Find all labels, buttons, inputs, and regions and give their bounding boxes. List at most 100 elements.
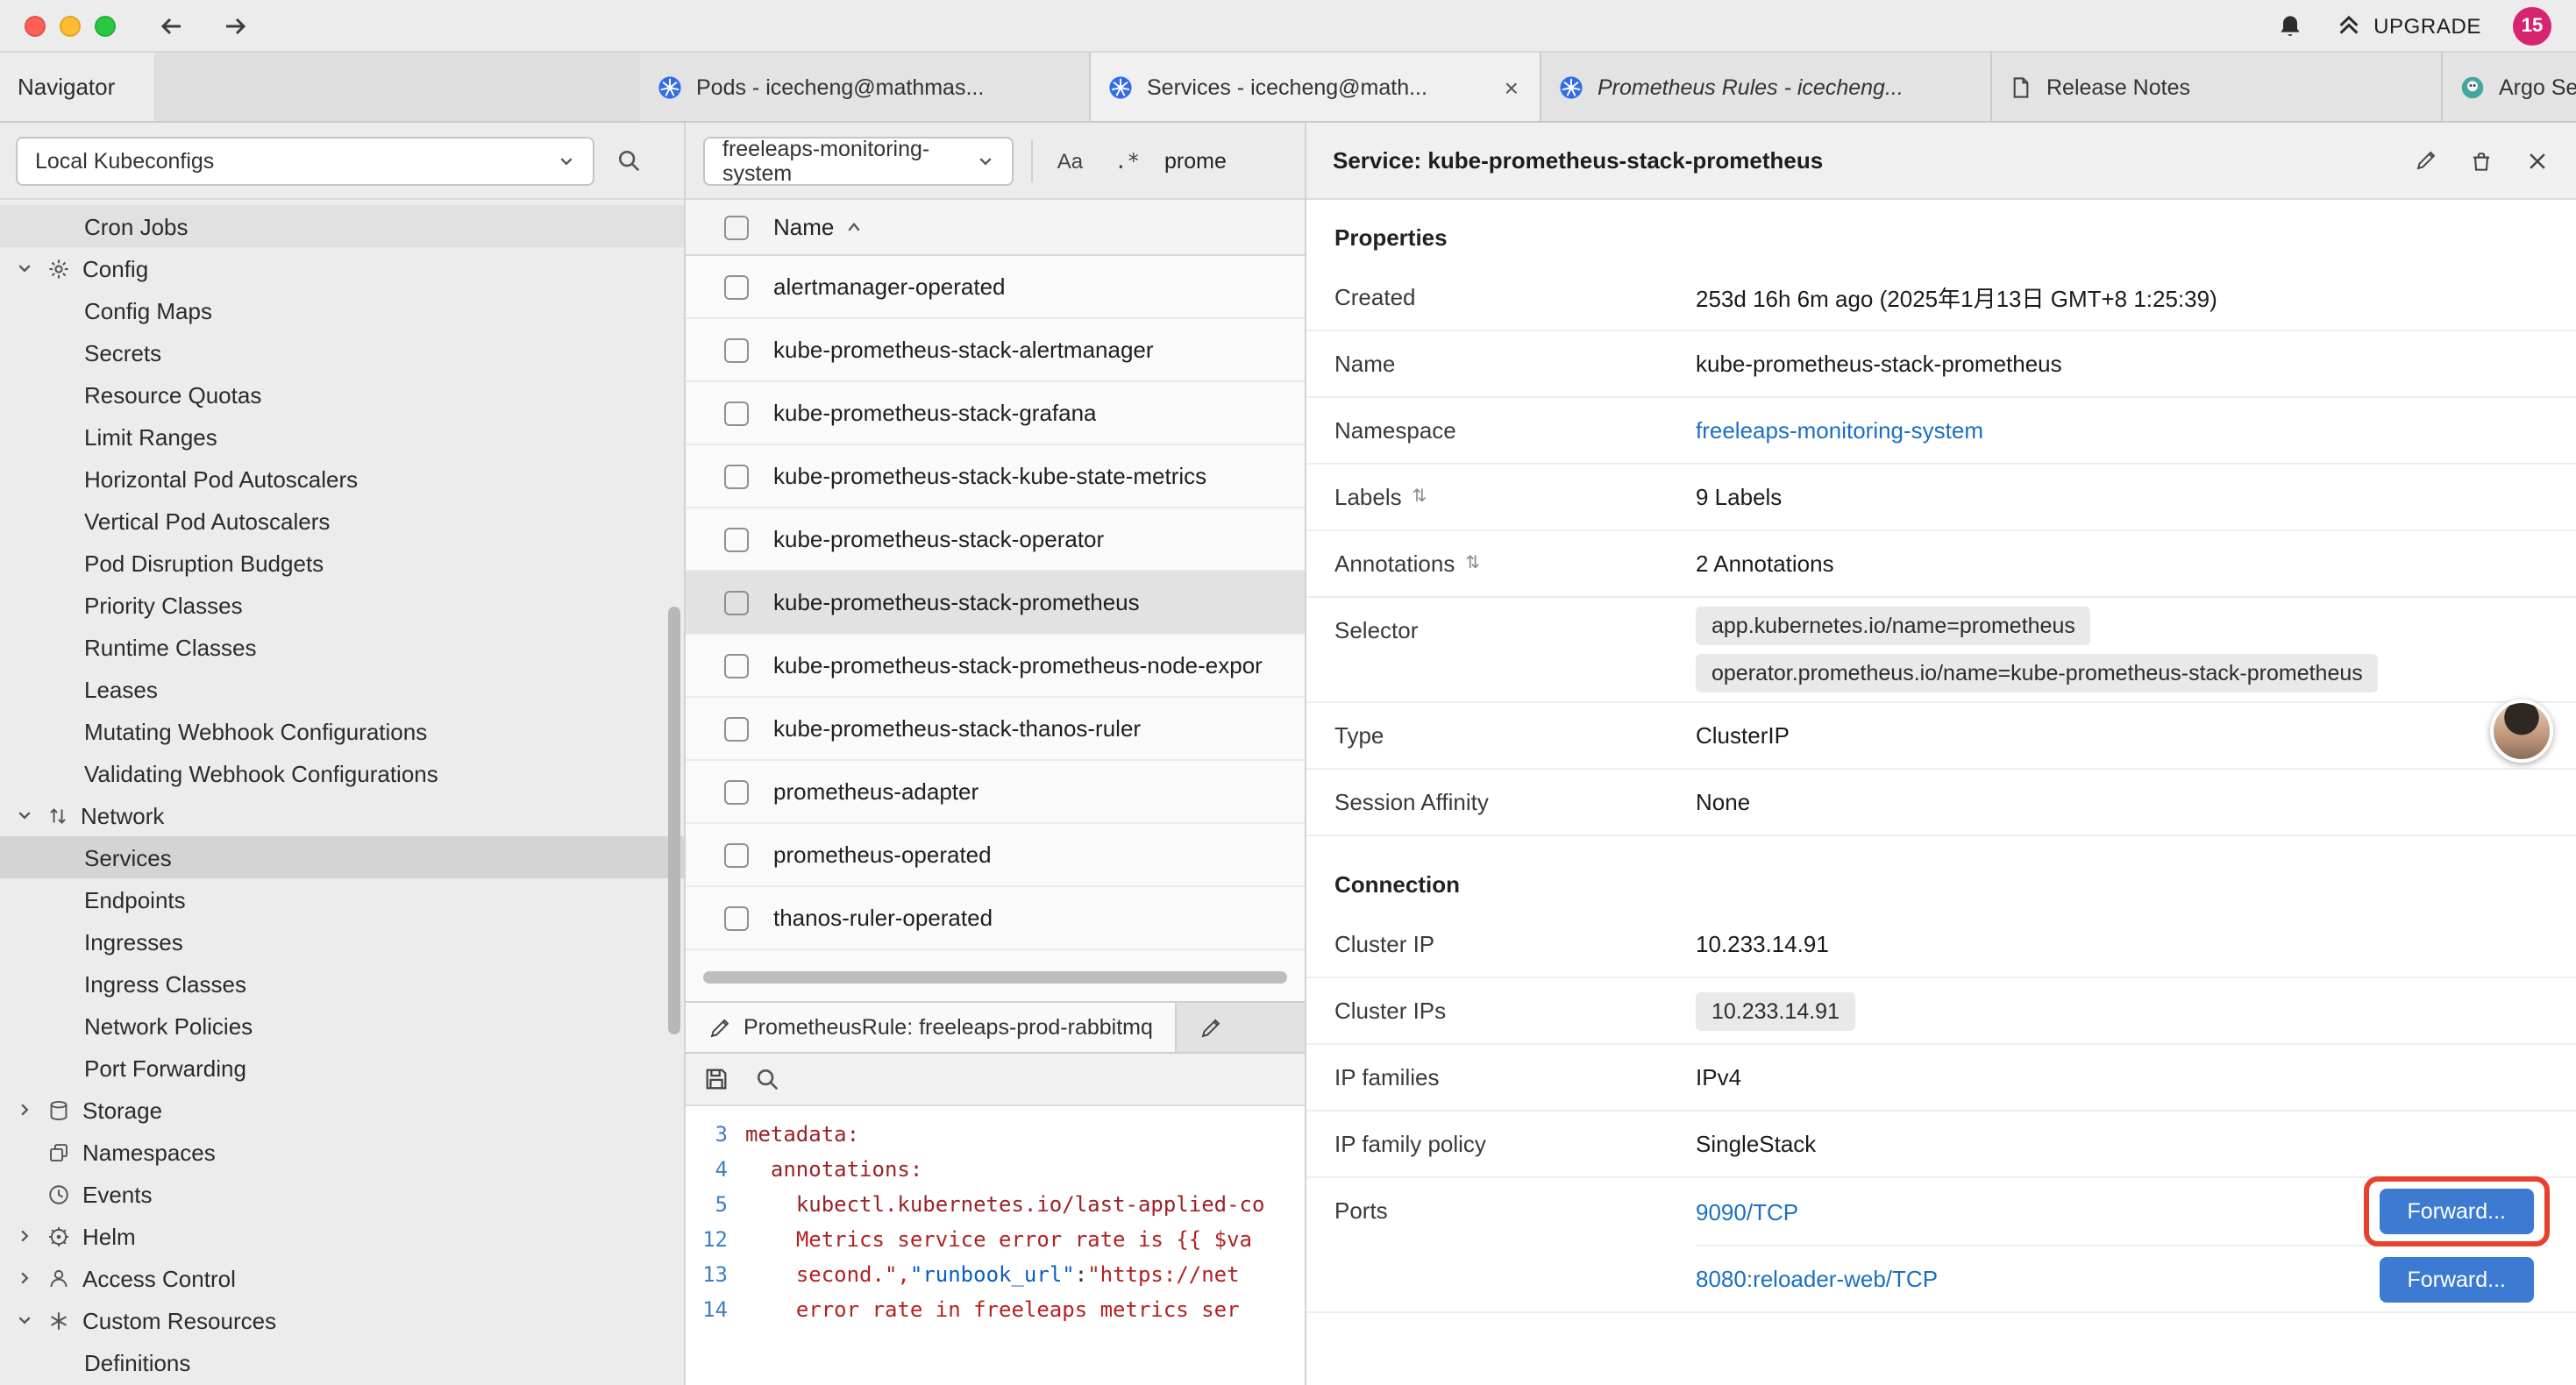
- sidebar-item-network-policies[interactable]: Network Policies: [0, 1005, 684, 1047]
- sidebar-item-config-maps[interactable]: Config Maps: [0, 289, 684, 331]
- table-row-kube-prometheus-stack-grafana[interactable]: kube-prometheus-stack-grafana: [686, 382, 1305, 445]
- tab-argo-se[interactable]: Argo Se: [2443, 53, 2576, 121]
- row-checkbox[interactable]: [724, 337, 749, 362]
- forward-button-1[interactable]: Forward...: [2379, 1189, 2534, 1234]
- sidebar-item-secrets[interactable]: Secrets: [0, 331, 684, 373]
- tab-prometheus-rules-icecheng[interactable]: Prometheus Rules - icecheng...: [1541, 53, 1992, 121]
- kubeconfig-select[interactable]: Local Kubeconfigs: [16, 136, 594, 185]
- back-icon[interactable]: [158, 11, 186, 39]
- chevron-right-icon[interactable]: [14, 1101, 35, 1119]
- sidebar-item-access-control[interactable]: Access Control: [0, 1257, 684, 1299]
- sidebar-item-storage[interactable]: Storage: [0, 1089, 684, 1131]
- tab-label: Services - icecheng@math...: [1147, 75, 1487, 99]
- select-all-checkbox[interactable]: [724, 215, 749, 239]
- sidebar-item-definitions[interactable]: Definitions: [0, 1341, 684, 1383]
- table-row-kube-prometheus-stack-operator[interactable]: kube-prometheus-stack-operator: [686, 508, 1305, 572]
- sidebar-item-endpoints[interactable]: Endpoints: [0, 878, 684, 920]
- sidebar-item-limit-ranges[interactable]: Limit Ranges: [0, 416, 684, 458]
- tab-release-notes[interactable]: Release Notes: [1992, 53, 2443, 121]
- yaml-editor[interactable]: 3metadata:4 annotations:5 kubectl.kubern…: [686, 1106, 1305, 1385]
- close-window-button[interactable]: [25, 15, 46, 36]
- sidebar-item-config[interactable]: Config: [0, 247, 684, 289]
- tab-pods-icecheng-mathmas[interactable]: Pods - icecheng@mathmas...: [640, 53, 1091, 121]
- chevron-down-icon[interactable]: [14, 806, 35, 824]
- name-column-header[interactable]: Name: [773, 214, 862, 240]
- editor-search-icon[interactable]: [754, 1066, 780, 1092]
- upgrade-button[interactable]: UPGRADE: [2335, 12, 2481, 39]
- sidebar-item-ingress-classes[interactable]: Ingress Classes: [0, 962, 684, 1005]
- forward-icon[interactable]: [221, 11, 249, 39]
- notification-count-badge[interactable]: 15: [2513, 6, 2551, 45]
- table-row-kube-prometheus-stack-prometheus[interactable]: kube-prometheus-stack-prometheus: [686, 572, 1305, 635]
- chevron-down-icon[interactable]: [14, 259, 35, 277]
- sort-arrows-icon[interactable]: ⇅: [1413, 487, 1427, 507]
- sidebar-item-validating-webhook-configurations[interactable]: Validating Webhook Configurations: [0, 752, 684, 794]
- table-row-prometheus-operated[interactable]: prometheus-operated: [686, 824, 1305, 887]
- user-avatar[interactable]: [2490, 700, 2553, 763]
- app-window: UPGRADE 15 Navigator Pods - icecheng@mat…: [0, 0, 2576, 1385]
- delete-icon[interactable]: [2469, 148, 2494, 173]
- link-freeleaps-monitoring-system[interactable]: freeleaps-monitoring-system: [1696, 417, 1983, 444]
- sidebar-item-custom-resources[interactable]: Custom Resources: [0, 1299, 684, 1341]
- match-case-toggle[interactable]: Aa: [1050, 145, 1090, 176]
- sidebar-item-vertical-pod-autoscalers[interactable]: Vertical Pod Autoscalers: [0, 500, 684, 542]
- port-link-9090-tcp[interactable]: 9090/TCP: [1696, 1198, 1798, 1225]
- sidebar-item-namespaces[interactable]: Namespaces: [0, 1131, 684, 1173]
- search-input[interactable]: [1164, 148, 1287, 173]
- table-row-alertmanager-operated[interactable]: alertmanager-operated: [686, 256, 1305, 319]
- row-checkbox[interactable]: [724, 653, 749, 678]
- maximize-window-button[interactable]: [95, 15, 116, 36]
- sidebar-item-priority-classes[interactable]: Priority Classes: [0, 584, 684, 626]
- table-row-kube-prometheus-stack-kube-state-metrics[interactable]: kube-prometheus-stack-kube-state-metrics: [686, 445, 1305, 508]
- sidebar-item-network[interactable]: Network: [0, 794, 684, 836]
- sidebar-item-mutating-webhook-configurations[interactable]: Mutating Webhook Configurations: [0, 710, 684, 752]
- sidebar-item-ingresses[interactable]: Ingresses: [0, 920, 684, 962]
- horizontal-scrollbar[interactable]: [703, 971, 1287, 984]
- port-link-8080-reloader-web-tcp[interactable]: 8080:reloader-web/TCP: [1696, 1266, 1938, 1292]
- row-checkbox[interactable]: [724, 527, 749, 551]
- row-checkbox[interactable]: [724, 842, 749, 867]
- save-icon[interactable]: [703, 1066, 729, 1092]
- chevron-down-icon[interactable]: [14, 1311, 35, 1329]
- row-checkbox[interactable]: [724, 716, 749, 741]
- sidebar-item-resource-quotas[interactable]: Resource Quotas: [0, 373, 684, 416]
- close-icon[interactable]: [2525, 148, 2550, 173]
- sidebar-item-helm[interactable]: Helm: [0, 1215, 684, 1257]
- sidebar-search-icon[interactable]: [616, 147, 642, 174]
- forward-button-2[interactable]: Forward...: [2379, 1256, 2534, 1302]
- table-row-prometheus-adapter[interactable]: prometheus-adapter: [686, 761, 1305, 824]
- sidebar-item-services[interactable]: Services: [0, 836, 684, 878]
- chevron-right-icon[interactable]: [14, 1227, 35, 1245]
- chevron-right-icon[interactable]: [14, 1269, 35, 1287]
- dock-tab-partial-1[interactable]: [1178, 1003, 1305, 1052]
- sidebar-item-label: Secrets: [84, 339, 161, 366]
- namespace-select[interactable]: freeleaps-monitoring-system: [703, 136, 1014, 185]
- notifications-bell-icon[interactable]: [2275, 11, 2303, 39]
- edit-icon[interactable]: [2415, 149, 2437, 172]
- regex-toggle[interactable]: .*: [1107, 145, 1147, 176]
- minimize-window-button[interactable]: [60, 15, 81, 36]
- sidebar-item-runtime-classes[interactable]: Runtime Classes: [0, 626, 684, 668]
- row-checkbox[interactable]: [724, 779, 749, 804]
- sort-arrows-icon[interactable]: ⇅: [1465, 554, 1480, 573]
- row-checkbox[interactable]: [724, 906, 749, 930]
- table-row-kube-prometheus-stack-prometheus-node-expor[interactable]: kube-prometheus-stack-prometheus-node-ex…: [686, 635, 1305, 698]
- row-checkbox[interactable]: [724, 274, 749, 299]
- sidebar-item-events[interactable]: Events: [0, 1173, 684, 1215]
- row-checkbox[interactable]: [724, 464, 749, 488]
- sidebar-item-leases[interactable]: Leases: [0, 668, 684, 710]
- table-row-kube-prometheus-stack-alertmanager[interactable]: kube-prometheus-stack-alertmanager: [686, 319, 1305, 382]
- row-checkbox[interactable]: [724, 590, 749, 614]
- sidebar-item-cron-jobs[interactable]: Cron Jobs: [0, 205, 684, 247]
- sidebar-item-pod-disruption-budgets[interactable]: Pod Disruption Budgets: [0, 542, 684, 584]
- table-row-thanos-ruler-operated[interactable]: thanos-ruler-operated: [686, 887, 1305, 950]
- row-checkbox[interactable]: [724, 401, 749, 425]
- dock-tab-prometheusrule-freeleaps-prod-rabbitmq[interactable]: PrometheusRule: freeleaps-prod-rabbitmq: [686, 1003, 1178, 1052]
- sidebar-item-port-forwarding[interactable]: Port Forwarding: [0, 1047, 684, 1089]
- tab-services-icecheng-math[interactable]: Services - icecheng@math... ×: [1091, 53, 1541, 121]
- detail-value: freeleaps-monitoring-system: [1696, 417, 2548, 444]
- sidebar-item-horizontal-pod-autoscalers[interactable]: Horizontal Pod Autoscalers: [0, 458, 684, 500]
- sidebar-scrollbar[interactable]: [668, 607, 680, 1034]
- table-row-kube-prometheus-stack-thanos-ruler[interactable]: kube-prometheus-stack-thanos-ruler: [686, 698, 1305, 761]
- tab-close-icon[interactable]: ×: [1501, 73, 1522, 101]
